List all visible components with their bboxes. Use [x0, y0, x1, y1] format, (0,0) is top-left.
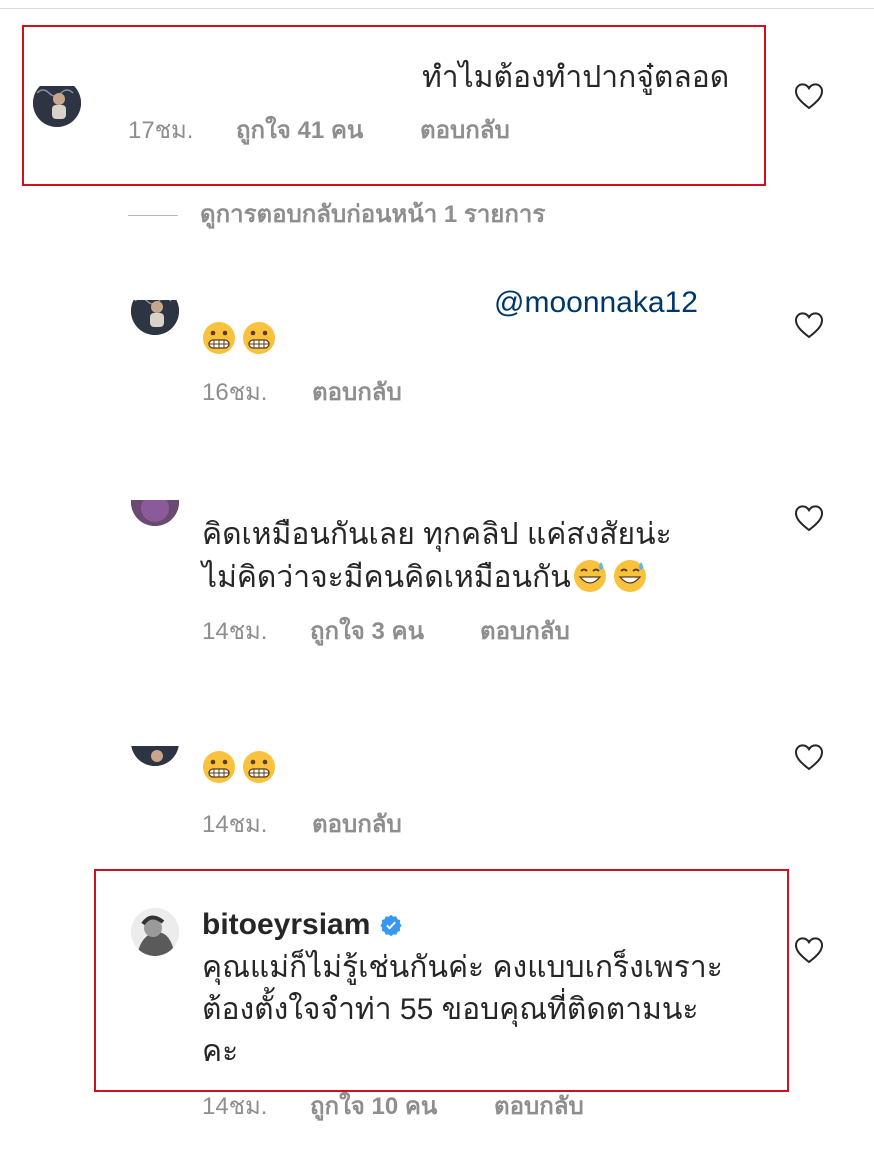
top-divider [0, 8, 874, 9]
like-count-link[interactable]: ถูกใจ 3 คน [310, 617, 424, 647]
reply-button[interactable]: ตอบกลับ [494, 1092, 584, 1122]
highlight-box [22, 25, 766, 186]
grimacing-face-icon [243, 322, 275, 354]
comment-meta: 16ชม. ตอบกลับ [202, 378, 502, 408]
username-crop-mask [124, 440, 484, 500]
highlight-box [94, 869, 789, 1092]
grinning-sweat-icon [613, 560, 646, 592]
comment-emojis [202, 749, 282, 789]
reply-button[interactable]: ตอบกลับ [312, 810, 402, 840]
comment-time: 14ชม. [202, 618, 268, 645]
heart-outline-icon[interactable] [794, 743, 824, 771]
heart-outline-icon[interactable] [794, 936, 824, 964]
comment-time: 16ชม. [202, 379, 268, 406]
username-crop-mask [124, 680, 744, 746]
comment-time: 14ชม. [202, 811, 268, 838]
mention-link[interactable]: @moonnaka12 [494, 283, 698, 323]
view-replies-divider [128, 215, 178, 216]
heart-outline-icon[interactable] [794, 82, 824, 110]
grimacing-face-icon [203, 322, 235, 354]
comment-text-line-1: คิดเหมือนกันเลย ทุกคลิป แค่สงสัยน่ะ [202, 518, 672, 551]
comment-time: 14ชม. [202, 1093, 268, 1120]
comment-meta: 14ชม. ถูกใจ 10 คน ตอบกลับ [202, 1092, 642, 1122]
grimacing-face-icon [203, 751, 235, 783]
comment-meta: 14ชม. ตอบกลับ [202, 810, 502, 840]
like-count-link[interactable]: ถูกใจ 10 คน [310, 1092, 437, 1122]
username-crop-mask [124, 250, 504, 300]
heart-outline-icon[interactable] [794, 311, 824, 339]
heart-outline-icon[interactable] [794, 504, 824, 532]
reply-button[interactable]: ตอบกลับ [480, 617, 570, 647]
comment-meta: 14ชม. ถูกใจ 3 คน ตอบกลับ [202, 617, 622, 647]
grinning-sweat-icon [573, 560, 606, 592]
grimacing-face-icon [243, 751, 275, 783]
comment-text-line-2: ไม่คิดว่าจะมีคนคิดเหมือนกัน [202, 558, 653, 598]
comment-emojis [202, 320, 282, 360]
reply-button[interactable]: ตอบกลับ [312, 378, 402, 408]
view-previous-replies-link[interactable]: ดูการตอบกลับก่อนหน้า 1 รายการ [200, 200, 545, 230]
